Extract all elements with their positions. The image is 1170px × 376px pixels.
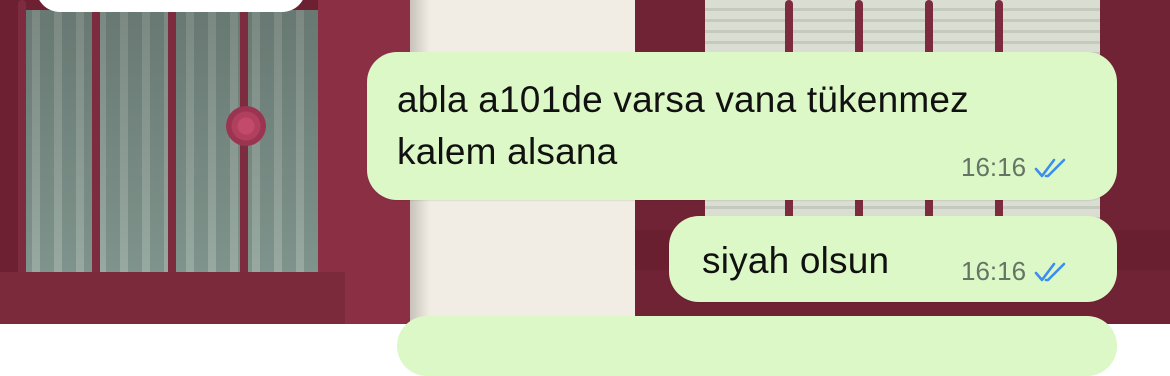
wallpaper-rosette [226,106,266,146]
outgoing-message-bubble[interactable]: siyah olsun 16:16 [669,216,1117,302]
next-message-bubble[interactable] [397,316,1117,376]
wallpaper-bar [92,0,100,300]
double-check-icon [1034,262,1066,281]
previous-message-bubble[interactable] [36,0,306,12]
message-text: siyah olsun [702,240,890,281]
message-text-line: abla a101de varsa vana tükenmez [397,79,969,120]
wallpaper-window-left-sill [0,272,345,324]
message-time: 16:16 [961,256,1027,286]
outgoing-message-bubble[interactable]: abla a101de varsa vana tükenmez kalem al… [367,52,1117,200]
wallpaper-bar [18,0,26,300]
double-check-icon [1034,158,1066,177]
wallpaper-bar [168,0,176,300]
message-meta: 16:16 [961,152,1070,183]
message-meta: 16:16 [961,256,1070,287]
message-time: 16:16 [961,152,1027,182]
wallpaper-bar [240,0,248,300]
